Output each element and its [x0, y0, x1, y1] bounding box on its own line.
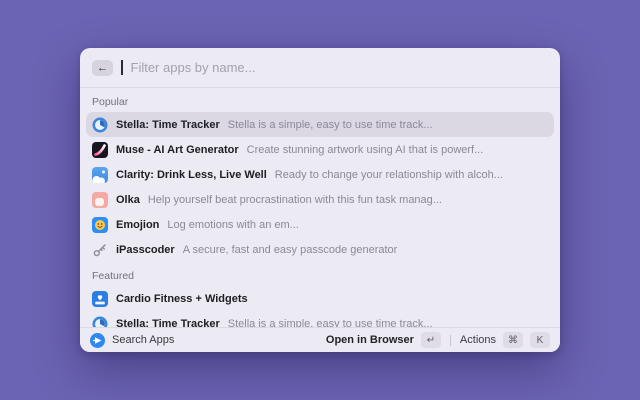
- open-in-browser-label: Open in Browser: [326, 334, 414, 346]
- actions-label: Actions: [460, 334, 496, 346]
- app-title: Emojion: [116, 219, 159, 231]
- list-item-ipasscoder[interactable]: iPasscoder A secure, fast and easy passc…: [86, 237, 554, 262]
- muse-app-icon: [92, 142, 108, 158]
- app-title: Muse - AI Art Generator: [116, 144, 239, 156]
- app-subtitle: Stella is a simple, easy to use time tra…: [228, 119, 548, 131]
- list-item-stella[interactable]: Stella: Time Tracker Stella is a simple,…: [86, 112, 554, 137]
- app-title: Olka: [116, 194, 140, 206]
- section-header-featured: Featured: [86, 262, 554, 286]
- search-apps-panel: ← Popular Stella: Time Tracker Stella is…: [80, 48, 560, 352]
- footer-bar: Search Apps Open in Browser ↵ Actions ⌘ …: [80, 327, 560, 352]
- app-subtitle: Help yourself beat procrastination with …: [148, 194, 548, 206]
- list-item-emojion[interactable]: Emojion Log emotions with an em...: [86, 212, 554, 237]
- app-title: Cardio Fitness + Widgets: [116, 293, 248, 305]
- cardio-app-icon: [92, 291, 108, 307]
- text-cursor: [121, 60, 123, 75]
- footer-app-name: Search Apps: [112, 334, 174, 346]
- k-key-icon: K: [530, 332, 550, 348]
- app-subtitle: Log emotions with an em...: [167, 219, 548, 231]
- list-item-clarity[interactable]: Clarity: Drink Less, Live Well Ready to …: [86, 162, 554, 187]
- back-arrow-icon: ←: [97, 62, 108, 74]
- stella-app-icon: [92, 117, 108, 133]
- app-title: Clarity: Drink Less, Live Well: [116, 169, 267, 181]
- section-header-popular: Popular: [86, 88, 554, 112]
- app-subtitle: Stella is a simple, easy to use time tra…: [228, 318, 548, 328]
- search-bar: ←: [80, 48, 560, 88]
- ipasscoder-key-icon: [92, 242, 108, 258]
- clarity-app-icon: [92, 167, 108, 183]
- app-subtitle: A secure, fast and easy passcode generat…: [183, 244, 548, 256]
- list-item-cardio-fitness[interactable]: Cardio Fitness + Widgets: [86, 286, 554, 311]
- app-title: Stella: Time Tracker: [116, 119, 220, 131]
- results-list: Popular Stella: Time Tracker Stella is a…: [80, 88, 560, 327]
- actions-button[interactable]: Actions ⌘ K: [460, 332, 550, 348]
- app-title: iPasscoder: [116, 244, 175, 256]
- search-input[interactable]: [131, 60, 549, 75]
- open-in-browser-button[interactable]: Open in Browser ↵: [326, 332, 441, 348]
- app-title: Stella: Time Tracker: [116, 318, 220, 328]
- list-item-stella-featured[interactable]: Stella: Time Tracker Stella is a simple,…: [86, 311, 554, 327]
- footer-divider: [450, 335, 451, 346]
- command-key-icon: ⌘: [503, 332, 523, 348]
- app-subtitle: Ready to change your relationship with a…: [275, 169, 548, 181]
- stella-app-icon: [92, 316, 108, 328]
- app-subtitle: Create stunning artwork using AI that is…: [247, 144, 548, 156]
- olka-app-icon: [92, 192, 108, 208]
- list-item-olka[interactable]: Olka Help yourself beat procrastination …: [86, 187, 554, 212]
- list-item-muse[interactable]: Muse - AI Art Generator Create stunning …: [86, 137, 554, 162]
- emojion-app-icon: [92, 217, 108, 233]
- footer-actions: Open in Browser ↵ Actions ⌘ K: [326, 332, 550, 348]
- back-button[interactable]: ←: [92, 60, 113, 76]
- search-apps-logo-icon: [90, 333, 105, 348]
- return-key-icon: ↵: [421, 332, 441, 348]
